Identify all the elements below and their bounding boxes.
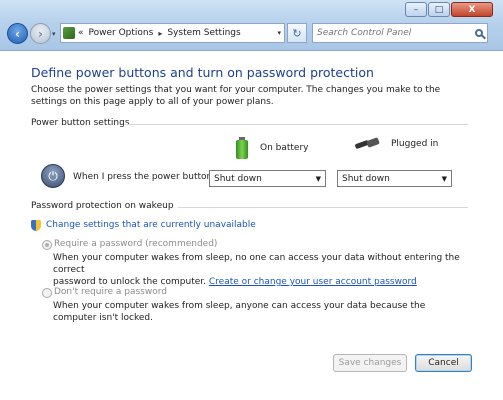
change-unavailable-settings-link[interactable]: Change settings that are currently unava… — [46, 220, 256, 230]
minimize-button[interactable]: – — [405, 2, 427, 17]
dont-require-password-radio[interactable] — [42, 288, 52, 298]
power-icon: ⏻ — [41, 164, 65, 188]
breadcrumb-power-options[interactable]: Power Options — [89, 28, 154, 38]
on-battery-selected-value: Shut down — [214, 173, 262, 184]
dont-require-password-label: Don't require a password — [54, 287, 167, 297]
close-button[interactable]: X — [451, 2, 493, 17]
refresh-button[interactable]: ↻ — [287, 23, 307, 43]
save-changes-button[interactable]: Save changes — [333, 354, 407, 372]
require-password-desc-line2: password to unlock the computer. — [53, 277, 206, 287]
create-password-link[interactable]: Create or change your user account passw… — [209, 277, 417, 287]
require-password-desc-line1: When your computer wakes from sleep, no … — [53, 253, 460, 275]
shield-icon — [31, 220, 41, 231]
plugged-in-column-header: Plugged in — [354, 137, 439, 151]
require-password-label: Require a password (recommended) — [54, 239, 218, 249]
forward-button[interactable]: › — [30, 23, 51, 44]
cancel-button[interactable]: Cancel — [415, 354, 472, 372]
page-title: Define power buttons and turn on passwor… — [31, 65, 374, 80]
main-content: Define power buttons and turn on passwor… — [0, 51, 503, 400]
window-buttons: – □ X — [404, 2, 493, 17]
power-button-settings-heading: Power button settings — [31, 118, 130, 128]
search-icon[interactable] — [475, 29, 483, 37]
address-dropdown-icon[interactable]: ▾ — [277, 29, 281, 37]
back-button[interactable]: ‹ — [7, 23, 28, 44]
section-divider — [178, 207, 468, 208]
search-input[interactable] — [317, 28, 467, 38]
recent-pages-dropdown-icon[interactable]: ▾ — [52, 30, 56, 38]
plugged-in-selected-value: Shut down — [342, 173, 390, 184]
search-box[interactable] — [312, 23, 488, 43]
window-chrome: – □ X ‹ › ▾ « Power Options ▸ System Set… — [0, 0, 503, 51]
on-battery-label: On battery — [260, 143, 309, 153]
breadcrumb-system-settings[interactable]: System Settings — [167, 28, 240, 38]
on-battery-column-header: On battery — [236, 137, 309, 159]
require-password-radio[interactable] — [42, 240, 52, 250]
require-password-description: When your computer wakes from sleep, no … — [53, 252, 473, 288]
battery-icon — [236, 137, 248, 159]
control-panel-icon — [63, 27, 75, 39]
on-battery-power-button-select[interactable]: Shut down ▼ — [209, 170, 326, 187]
plugged-in-label: Plugged in — [391, 139, 439, 149]
page-description: Choose the power settings that you want … — [31, 85, 441, 107]
plugged-in-power-button-select[interactable]: Shut down ▼ — [337, 170, 452, 187]
section-divider — [125, 124, 468, 125]
power-button-row-label: When I press the power button: — [73, 172, 216, 182]
plug-icon — [354, 137, 381, 151]
address-prefix-icon[interactable]: « — [78, 28, 84, 38]
dont-require-password-description: When your computer wakes from sleep, any… — [53, 301, 426, 323]
chevron-down-icon: ▼ — [315, 174, 321, 183]
breadcrumb-separator-icon[interactable]: ▸ — [158, 29, 162, 38]
address-bar[interactable]: « Power Options ▸ System Settings ▾ — [60, 23, 285, 43]
maximize-button[interactable]: □ — [428, 2, 450, 17]
chevron-down-icon: ▼ — [441, 174, 447, 183]
password-protection-heading: Password protection on wakeup — [31, 201, 174, 211]
